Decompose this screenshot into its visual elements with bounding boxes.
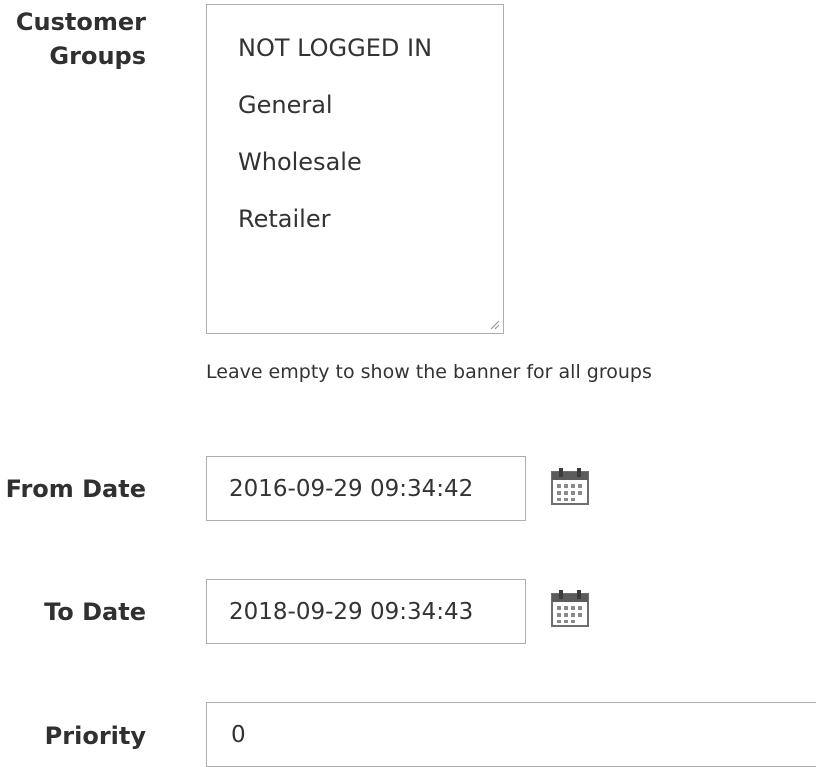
- priority-label: Priority: [44, 722, 146, 750]
- from-date-input[interactable]: [206, 456, 526, 521]
- from-date-label: From Date: [5, 475, 146, 503]
- customer-group-option-general[interactable]: General: [238, 89, 333, 121]
- customer-group-option-wholesale[interactable]: Wholesale: [238, 146, 362, 178]
- customer-group-option-not-logged-in[interactable]: NOT LOGGED IN: [238, 32, 432, 64]
- calendar-icon[interactable]: [550, 588, 590, 628]
- priority-input[interactable]: [206, 702, 816, 767]
- customer-groups-label: Customer Groups: [0, 5, 146, 73]
- customer-groups-label-line2: Groups: [49, 42, 146, 70]
- customer-groups-multiselect[interactable]: NOT LOGGED IN General Wholesale Retailer: [206, 4, 504, 334]
- customer-group-option-retailer[interactable]: Retailer: [238, 203, 330, 235]
- to-date-input[interactable]: [206, 579, 526, 644]
- customer-groups-label-line1: Customer: [15, 8, 146, 36]
- resize-handle-icon[interactable]: [488, 318, 500, 330]
- customer-groups-note: Leave empty to show the banner for all g…: [206, 361, 652, 383]
- to-date-label: To Date: [44, 598, 146, 626]
- calendar-icon[interactable]: [550, 466, 590, 506]
